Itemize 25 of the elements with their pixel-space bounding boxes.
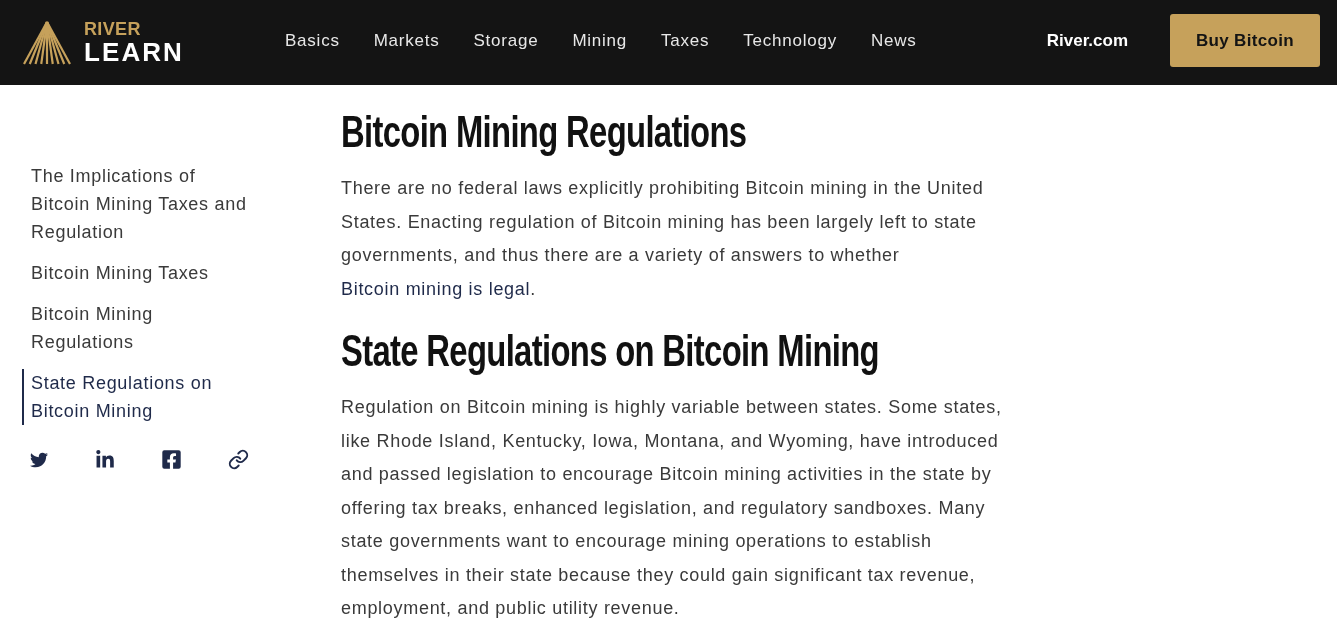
toc-link[interactable]: State Regulations on Bitcoin Mining (22, 369, 260, 425)
buy-bitcoin-button[interactable]: Buy Bitcoin (1170, 14, 1320, 67)
paragraph: Regulation on Bitcoin mining is highly variable between states. Some states, like Rhode Island, Kentucky, Iowa, Montana, and Wyoming, have introduced and passed legislation to encourage Bitcoin mining activities in the state by offering tax breaks, enhanced legislation, and regulatory sandboxes. Many state governments want to encourage mining operations to establish themselves in their state because they could gain significant tax revenue, employment, and public utility revenue. (341, 396, 1003, 620)
section-heading: State Regulations on Bitcoin Mining (341, 327, 879, 375)
nav-link[interactable]: Mining (572, 27, 628, 54)
toc-link[interactable]: Bitcoin Mining Taxes (22, 259, 260, 287)
nav-link[interactable]: News (870, 27, 917, 54)
nav-link[interactable]: Storage (473, 27, 539, 54)
paragraph: There are no federal laws explicitly prohibiting Bitcoin mining in the United States. Enacting regulation of Bitcoin mining has been largely left to state governments, and thus there are a variety of answers to whether Bitcoin mining is legal. (341, 177, 985, 301)
logo-icon (22, 19, 72, 66)
facebook-icon[interactable] (161, 449, 182, 470)
article-link[interactable]: Bitcoin mining is legal (341, 278, 531, 299)
nav-link[interactable]: Markets (373, 27, 440, 54)
site-link[interactable]: River.com (1046, 27, 1128, 54)
logo-wordmark-bottom: LEARN (84, 39, 184, 65)
nav-link[interactable]: Basics (285, 27, 340, 54)
section-heading: Bitcoin Mining Regulations (341, 108, 747, 156)
linkedin-icon[interactable] (95, 449, 115, 470)
link-icon[interactable] (228, 449, 249, 470)
toc-link[interactable]: Bitcoin Mining Regulations (22, 300, 260, 356)
nav-link[interactable]: Technology (743, 27, 837, 54)
logo-wordmark-top: RIVER (84, 20, 142, 38)
nav-link[interactable]: Taxes (661, 27, 710, 54)
toc-link[interactable]: The Implications of Bitcoin Mining Taxes and Regulation (22, 162, 260, 246)
twitter-bird-icon[interactable] (29, 450, 49, 469)
